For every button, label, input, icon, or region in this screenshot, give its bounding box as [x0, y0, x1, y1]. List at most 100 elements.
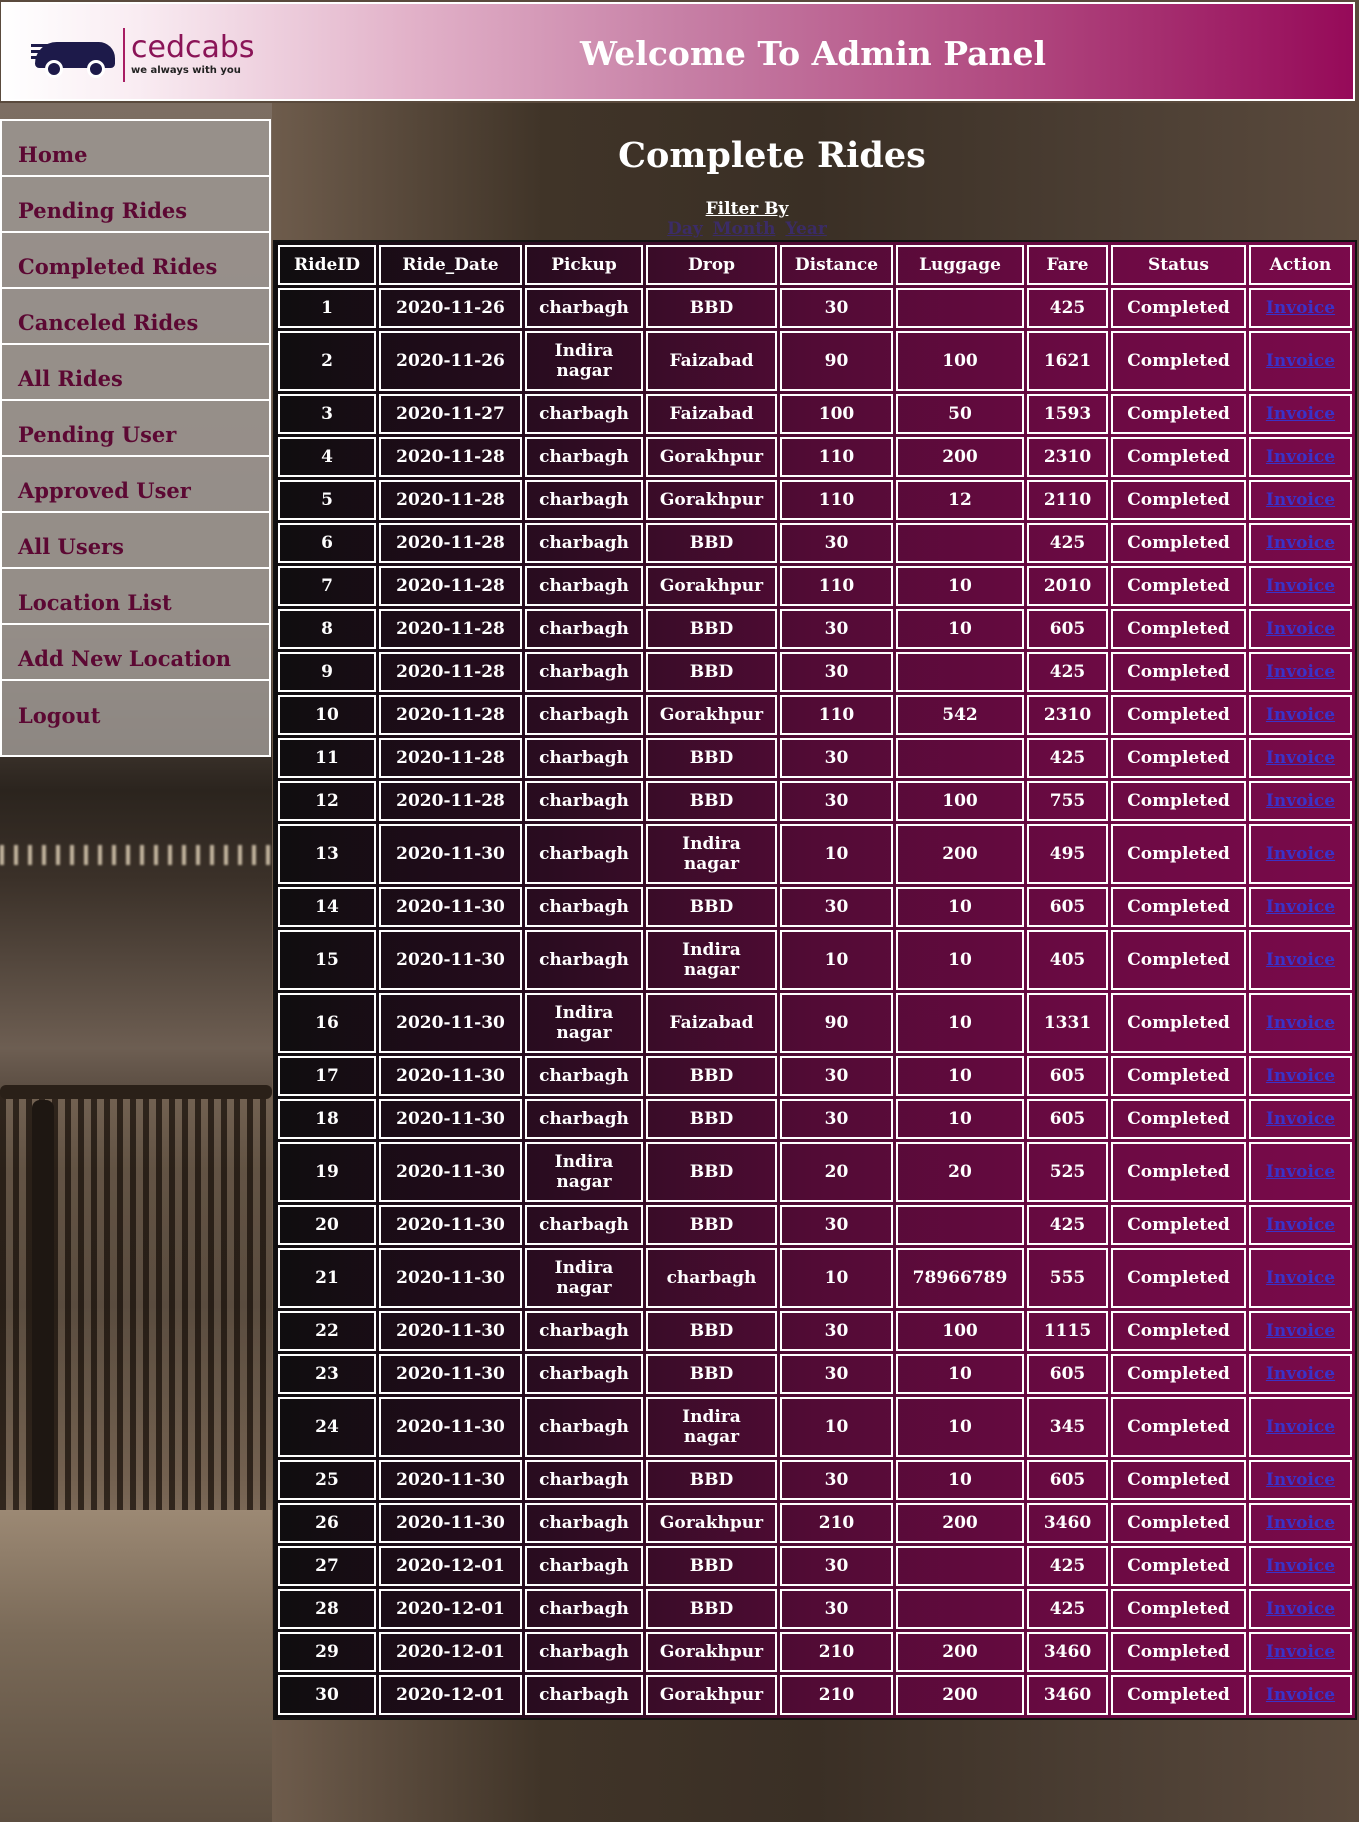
invoice-link[interactable]: Invoice: [1266, 298, 1335, 318]
cell-fare: 425: [1027, 1589, 1108, 1629]
sidebar-item-all-rides[interactable]: All Rides: [2, 345, 269, 401]
logo[interactable]: cedcabs we always with you: [31, 24, 271, 86]
invoice-link[interactable]: Invoice: [1266, 705, 1335, 725]
invoice-link[interactable]: Invoice: [1266, 950, 1335, 970]
cell-ride-id: 13: [278, 824, 376, 884]
cell-status: Completed: [1111, 887, 1246, 927]
invoice-link[interactable]: Invoice: [1266, 844, 1335, 864]
cell-ride-date: 2020-11-28: [379, 566, 522, 606]
cell-ride-id: 16: [278, 993, 376, 1053]
invoice-link[interactable]: Invoice: [1266, 1513, 1335, 1533]
cell-luggage: 12: [896, 480, 1024, 520]
invoice-link[interactable]: Invoice: [1266, 662, 1335, 682]
invoice-link[interactable]: Invoice: [1266, 1556, 1335, 1576]
cell-pickup: charbagh: [525, 523, 643, 563]
cell-ride-date: 2020-12-01: [379, 1632, 522, 1672]
invoice-link[interactable]: Invoice: [1266, 1599, 1335, 1619]
cell-pickup: charbagh: [525, 1311, 643, 1351]
sidebar-item-approved-user[interactable]: Approved User: [2, 457, 269, 513]
cell-luggage: 10: [896, 930, 1024, 990]
cell-ride-date: 2020-12-01: [379, 1546, 522, 1586]
cell-ride-date: 2020-11-27: [379, 394, 522, 434]
cell-drop: Gorakhpur: [646, 437, 777, 477]
invoice-link[interactable]: Invoice: [1266, 619, 1335, 639]
table-row: 30 2020-12-01 charbagh Gorakhpur 210 200 3460 C…: [278, 1675, 1352, 1715]
cell-status: Completed: [1111, 331, 1246, 391]
sidebar-item-add-new-location[interactable]: Add New Location: [2, 625, 269, 681]
invoice-link[interactable]: Invoice: [1266, 748, 1335, 768]
table-row: 25 2020-11-30 charbagh BBD 30 10 605 Completed I…: [278, 1460, 1352, 1500]
sidebar-item-location-list[interactable]: Location List: [2, 569, 269, 625]
invoice-link[interactable]: Invoice: [1266, 576, 1335, 596]
invoice-link[interactable]: Invoice: [1266, 447, 1335, 467]
cell-ride-date: 2020-11-30: [379, 1354, 522, 1394]
invoice-link[interactable]: Invoice: [1266, 1013, 1335, 1033]
sidebar-item-canceled-rides[interactable]: Canceled Rides: [2, 289, 269, 345]
invoice-link[interactable]: Invoice: [1266, 897, 1335, 917]
cell-pickup: charbagh: [525, 1503, 643, 1543]
invoice-link[interactable]: Invoice: [1266, 1417, 1335, 1437]
cell-drop: BBD: [646, 1056, 777, 1096]
cell-status: Completed: [1111, 1632, 1246, 1672]
cell-luggage: 200: [896, 824, 1024, 884]
invoice-link[interactable]: Invoice: [1266, 533, 1335, 553]
sidebar-item-completed-rides[interactable]: Completed Rides: [2, 233, 269, 289]
cell-fare: 1621: [1027, 331, 1108, 391]
cell-fare: 425: [1027, 652, 1108, 692]
sidebar-item-pending-rides[interactable]: Pending Rides: [2, 177, 269, 233]
cell-ride-date: 2020-11-28: [379, 523, 522, 563]
filter-day-link[interactable]: Day: [667, 219, 703, 239]
table-row: 10 2020-11-28 charbagh Gorakhpur 110 542 2310 C…: [278, 695, 1352, 735]
sidebar-item-pending-user[interactable]: Pending User: [2, 401, 269, 457]
cell-status: Completed: [1111, 993, 1246, 1053]
invoice-link[interactable]: Invoice: [1266, 1685, 1335, 1705]
cell-ride-id: 26: [278, 1503, 376, 1543]
cell-status: Completed: [1111, 652, 1246, 692]
sidebar-item-home[interactable]: Home: [2, 121, 269, 177]
cell-ride-id: 15: [278, 930, 376, 990]
cell-ride-id: 27: [278, 1546, 376, 1586]
header: cedcabs we always with you Welcome To Ad…: [0, 0, 1359, 103]
cell-status: Completed: [1111, 930, 1246, 990]
invoice-link[interactable]: Invoice: [1266, 351, 1335, 371]
cell-pickup: charbagh: [525, 1056, 643, 1096]
filter-year-link[interactable]: Year: [785, 219, 826, 239]
logo-text: cedcabs we always with you: [131, 32, 255, 78]
cell-pickup: Indira nagar: [525, 331, 643, 391]
cell-action: Invoice: [1249, 1675, 1352, 1715]
table-row: 27 2020-12-01 charbagh BBD 30 425 Completed Inv…: [278, 1546, 1352, 1586]
invoice-link[interactable]: Invoice: [1266, 1066, 1335, 1086]
cell-action: Invoice: [1249, 1503, 1352, 1543]
cell-pickup: charbagh: [525, 394, 643, 434]
cell-fare: 755: [1027, 781, 1108, 821]
cell-action: Invoice: [1249, 1632, 1352, 1672]
sidebar-item-all-users[interactable]: All Users: [2, 513, 269, 569]
cell-fare: 605: [1027, 1460, 1108, 1500]
sidebar-item-logout[interactable]: Logout: [2, 681, 269, 737]
cell-status: Completed: [1111, 609, 1246, 649]
cell-status: Completed: [1111, 1589, 1246, 1629]
cell-drop: BBD: [646, 887, 777, 927]
cell-pickup: charbagh: [525, 781, 643, 821]
invoice-link[interactable]: Invoice: [1266, 1321, 1335, 1341]
invoice-link[interactable]: Invoice: [1266, 1470, 1335, 1490]
invoice-link[interactable]: Invoice: [1266, 1215, 1335, 1235]
cell-distance: 10: [780, 824, 893, 884]
cell-distance: 30: [780, 1460, 893, 1500]
invoice-link[interactable]: Invoice: [1266, 404, 1335, 424]
cell-ride-id: 11: [278, 738, 376, 778]
invoice-link[interactable]: Invoice: [1266, 1364, 1335, 1384]
cell-drop: BBD: [646, 1460, 777, 1500]
invoice-link[interactable]: Invoice: [1266, 490, 1335, 510]
cell-action: Invoice: [1249, 993, 1352, 1053]
cell-distance: 210: [780, 1632, 893, 1672]
cell-ride-id: 24: [278, 1397, 376, 1457]
invoice-link[interactable]: Invoice: [1266, 1162, 1335, 1182]
invoice-link[interactable]: Invoice: [1266, 1109, 1335, 1129]
cell-ride-id: 25: [278, 1460, 376, 1500]
invoice-link[interactable]: Invoice: [1266, 791, 1335, 811]
cell-status: Completed: [1111, 824, 1246, 884]
invoice-link[interactable]: Invoice: [1266, 1268, 1335, 1288]
filter-month-link[interactable]: Month: [713, 219, 776, 239]
invoice-link[interactable]: Invoice: [1266, 1642, 1335, 1662]
